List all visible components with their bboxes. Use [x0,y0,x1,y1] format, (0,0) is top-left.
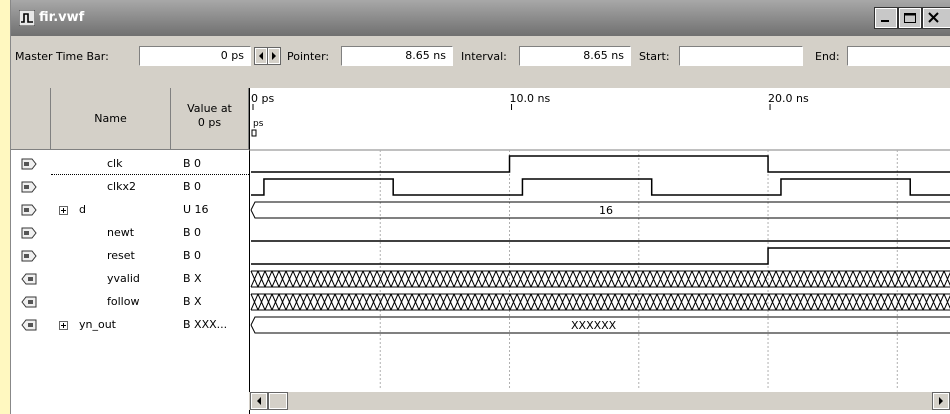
horizontal-scrollbar[interactable] [249,392,950,410]
pointer-label: Pointer: [287,50,330,63]
scroll-left-icon [257,397,261,405]
signal-name: follow [107,295,140,308]
waveform-display[interactable]: 0 ps 10.0 ns 20.0 ns ps 16 XXXXXX [249,88,950,414]
master-time-bar-label: Master Time Bar: [15,50,109,63]
expand-icon[interactable] [59,321,68,330]
signal-name: d [79,203,86,216]
window-title: fir.vwf [39,10,85,25]
timeline-header[interactable] [249,88,950,150]
title-bar[interactable]: fir.vwf [11,0,950,36]
time-tick-label: 20.0 ns [768,92,809,105]
waveform-clkx2[interactable] [251,178,950,196]
signal-row-reset[interactable]: reset B 0 [11,246,249,266]
waveform-d[interactable]: 16 [250,201,950,219]
waveform-clk[interactable] [251,155,950,173]
end-field[interactable] [847,46,950,66]
signal-row-follow[interactable]: follow B X [11,292,249,312]
scroll-thumb[interactable] [268,392,288,410]
input-bus-icon [21,204,37,216]
maximize-button[interactable] [898,7,922,29]
waveform-yvalid [250,270,950,288]
bus-value-label: XXXXXX [571,319,617,332]
start-field[interactable] [679,46,803,66]
waveform-reset[interactable] [251,247,950,265]
interval-field: 8.65 ns [519,46,631,66]
signal-name: yvalid [107,272,140,285]
value-column-label: Value at [187,102,232,115]
signal-row-newt[interactable]: newt B 0 [11,223,249,243]
maximize-icon [904,13,916,23]
end-label: End: [815,50,840,63]
output-pin-icon [21,273,37,285]
icon-column-header [11,88,51,150]
signal-value: B X [183,295,202,308]
interval-label: Interval: [461,50,507,63]
signal-row-yvalid[interactable]: yvalid B X [11,269,249,289]
signal-name: clkx2 [107,180,136,193]
signal-value: B 0 [183,180,202,193]
input-pin-icon [21,250,37,262]
signal-name: clk [107,157,123,170]
signal-value: B 0 [183,226,202,239]
master-time-bar-field[interactable]: 0 ps [139,46,251,66]
waveform-app-icon [19,10,35,26]
signal-value: B XXX... [183,318,228,331]
waveform-panel: Name Value at 0 ps clk B 0 clkx2 B 0 d U 16 ne… [11,88,950,414]
signal-value: U 16 [183,203,209,216]
signal-row-clk[interactable]: clk B 0 [11,154,249,174]
close-button[interactable] [922,7,950,29]
input-pin-icon [21,181,37,193]
output-pin-icon [21,296,37,308]
input-pin-icon [21,158,37,170]
signal-name: yn_out [79,318,116,331]
master-time-marker-label: ps [253,119,264,129]
scroll-right-button[interactable] [932,392,950,410]
signal-row-clkx2[interactable]: clkx2 B 0 [11,177,249,197]
bus-value-label: 16 [599,204,613,217]
signal-value: B 0 [183,157,202,170]
name-column-header[interactable]: Name [51,88,171,150]
signal-value: B 0 [183,249,202,262]
output-bus-icon [21,319,37,331]
start-label: Start: [639,50,670,63]
prev-transition-button[interactable] [254,47,268,65]
next-transition-button[interactable] [267,47,281,65]
pointer-field: 8.65 ns [341,46,453,66]
value-column-time: 0 ps [197,116,222,129]
minimize-button[interactable] [874,7,898,29]
signal-name: newt [107,226,135,239]
arrow-right-icon [272,52,276,60]
signal-row-yn-out[interactable]: yn_out B XXX... [11,315,249,335]
signal-name: reset [107,249,135,262]
signal-value: B X [183,272,202,285]
scroll-right-icon [939,397,943,405]
selection-dotted-line [51,174,249,175]
arrow-left-icon [259,52,263,60]
waveform-follow [250,293,950,311]
expand-icon[interactable] [59,206,68,215]
value-column-header[interactable]: Value at 0 ps [171,88,249,150]
scroll-left-button[interactable] [250,392,268,410]
waveform-editor-window: fir.vwf Master Time Bar: 0 ps Pointer: 8… [10,0,950,414]
waveform-yn-out[interactable]: XXXXXX [250,316,950,334]
input-pin-icon [21,227,37,239]
name-column-label: Name [94,112,127,125]
minimize-icon [881,20,889,22]
time-tick-label: 0 ps [251,92,274,105]
close-icon [928,12,939,23]
signal-row-d[interactable]: d U 16 [11,200,249,220]
time-toolbar: Master Time Bar: 0 ps Pointer: 8.65 ns I… [11,38,950,76]
time-tick-label: 10.0 ns [510,92,551,105]
